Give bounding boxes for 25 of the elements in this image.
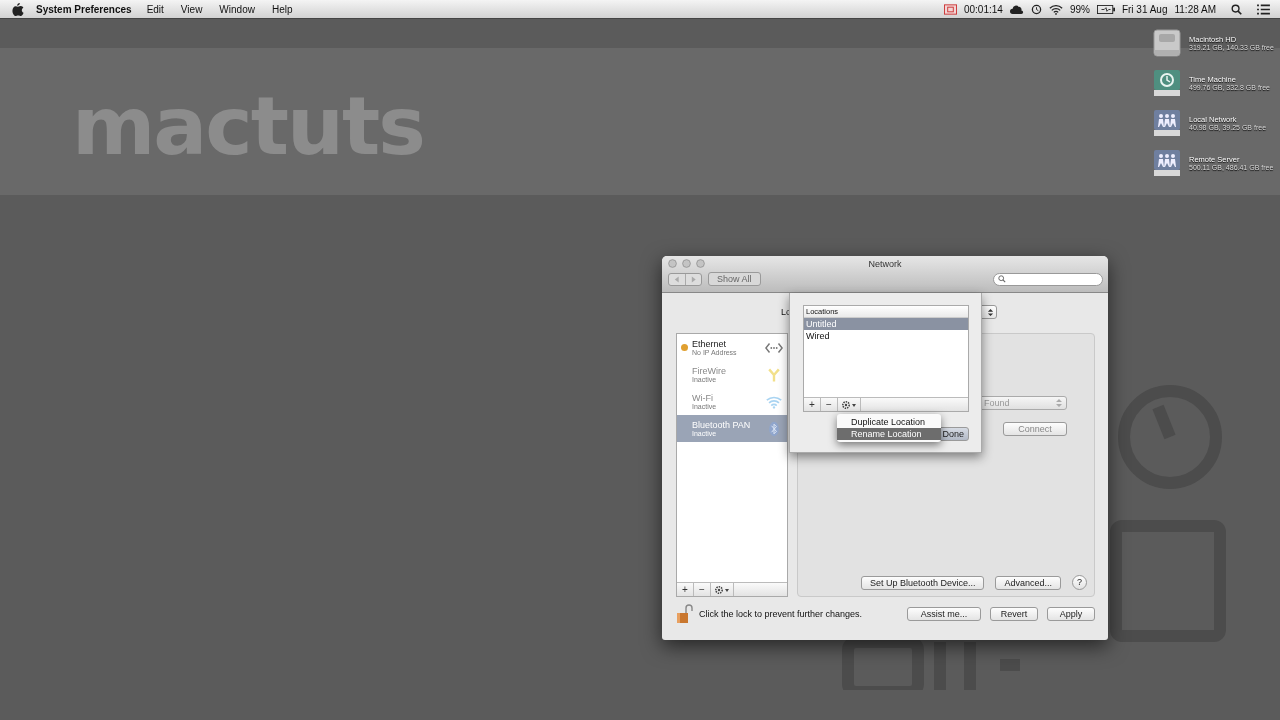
remove-button[interactable]: −	[821, 398, 838, 411]
add-button[interactable]: +	[804, 398, 821, 411]
menu-item[interactable]: Duplicate Location	[837, 416, 941, 428]
menu-item[interactable]: Edit	[144, 3, 166, 15]
help-button[interactable]: ?	[1072, 575, 1087, 590]
setup-device-button[interactable]: Set Up Bluetooth Device...	[860, 575, 985, 590]
app-menu[interactable]: System Preferences	[34, 3, 134, 15]
menu-bar-date[interactable]: Fri 31 Aug	[1121, 3, 1168, 15]
menu-item[interactable]: Window	[217, 3, 257, 15]
window-title: Network	[868, 259, 902, 269]
advanced-button[interactable]: Advanced...	[995, 575, 1061, 590]
location-row[interactable]: Wired	[804, 330, 968, 342]
recording-timer[interactable]: 00:01:14	[963, 3, 1003, 15]
add-button[interactable]: +	[677, 583, 694, 596]
battery-percentage[interactable]: 99%	[1069, 3, 1090, 15]
revert-button[interactable]: Revert	[990, 607, 1038, 621]
menu-item[interactable]: Rename Location	[837, 428, 941, 440]
remove-button[interactable]: −	[694, 583, 711, 596]
menu-item[interactable]: Help	[269, 3, 295, 15]
apply-button[interactable]: Apply	[1047, 607, 1095, 621]
lock-message: Click the lock to prevent further changes.	[699, 609, 863, 619]
menu-item[interactable]: View	[178, 3, 205, 15]
menu-bar-clock[interactable]: 11:28 AM	[1174, 3, 1216, 15]
assist-button[interactable]: Assist me...	[907, 607, 981, 621]
show-all-button[interactable]: Show All	[708, 272, 761, 286]
